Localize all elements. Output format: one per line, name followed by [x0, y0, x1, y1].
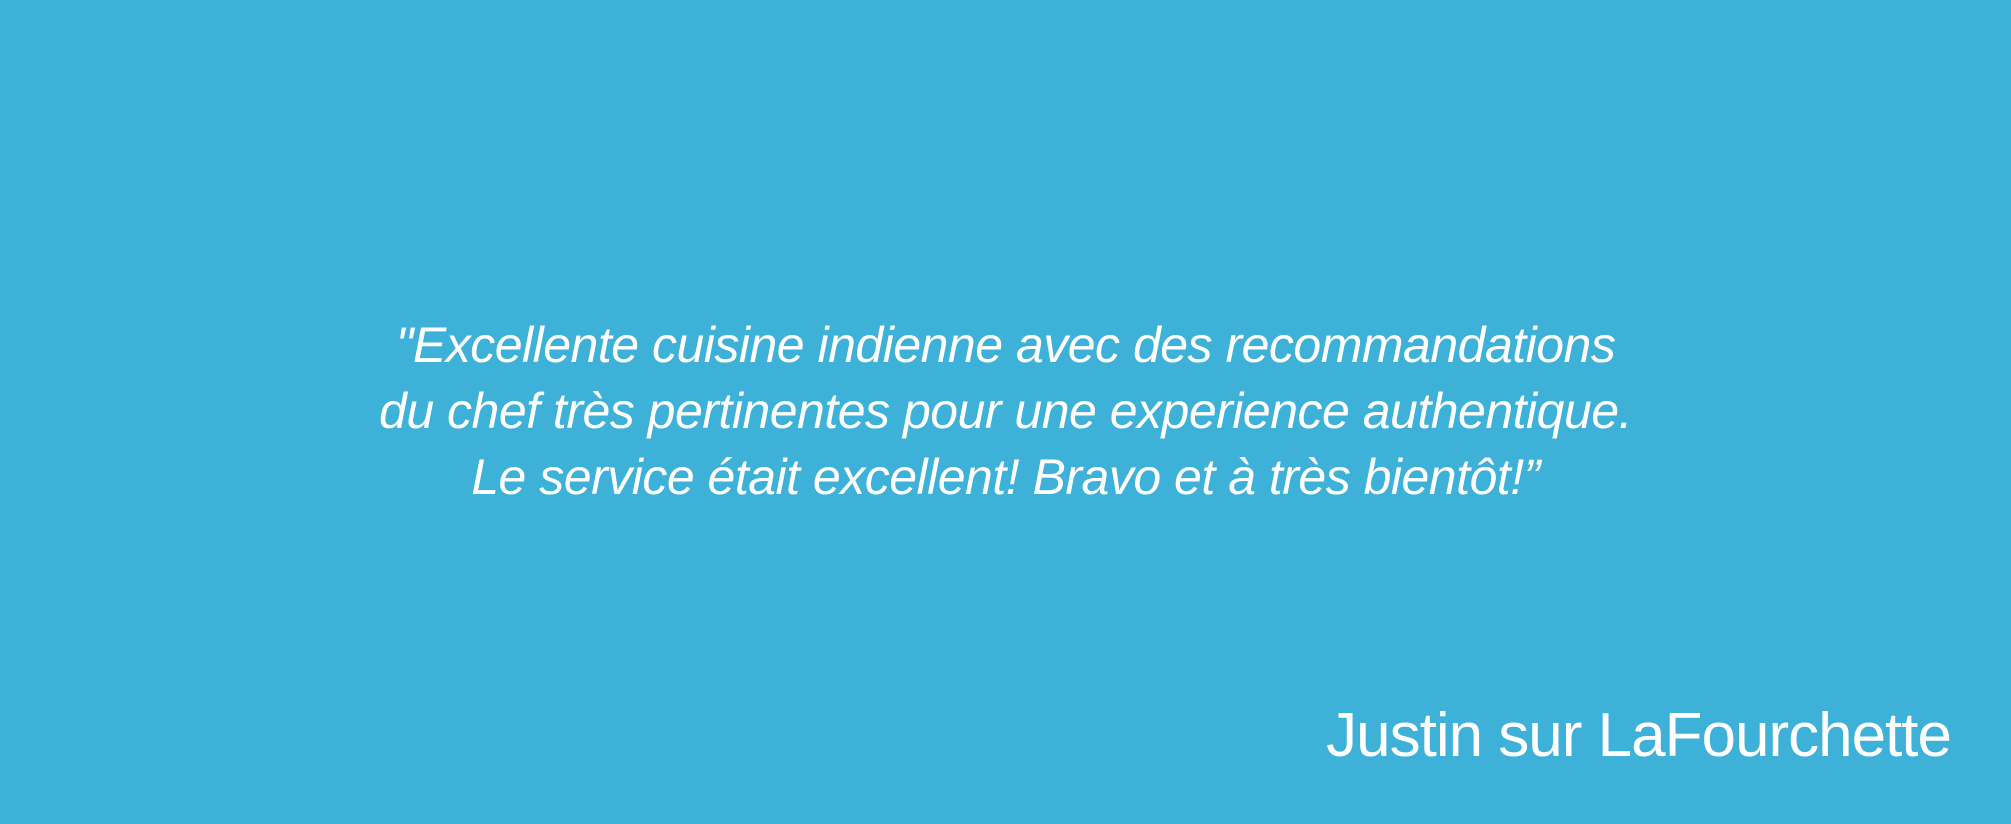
testimonial-slide: "Excellente cuisine indienne avec des re… — [0, 0, 2011, 824]
quote-line-1: "Excellente cuisine indienne avec des re… — [395, 317, 1616, 373]
quote-line-3: Le service était excellent! Bravo et à t… — [471, 449, 1540, 505]
testimonial-quote: "Excellente cuisine indienne avec des re… — [0, 312, 2011, 510]
testimonial-attribution: Justin sur LaFourchette — [1326, 701, 1952, 770]
quote-line-2: du chef très pertinentes pour une experi… — [379, 383, 1632, 439]
